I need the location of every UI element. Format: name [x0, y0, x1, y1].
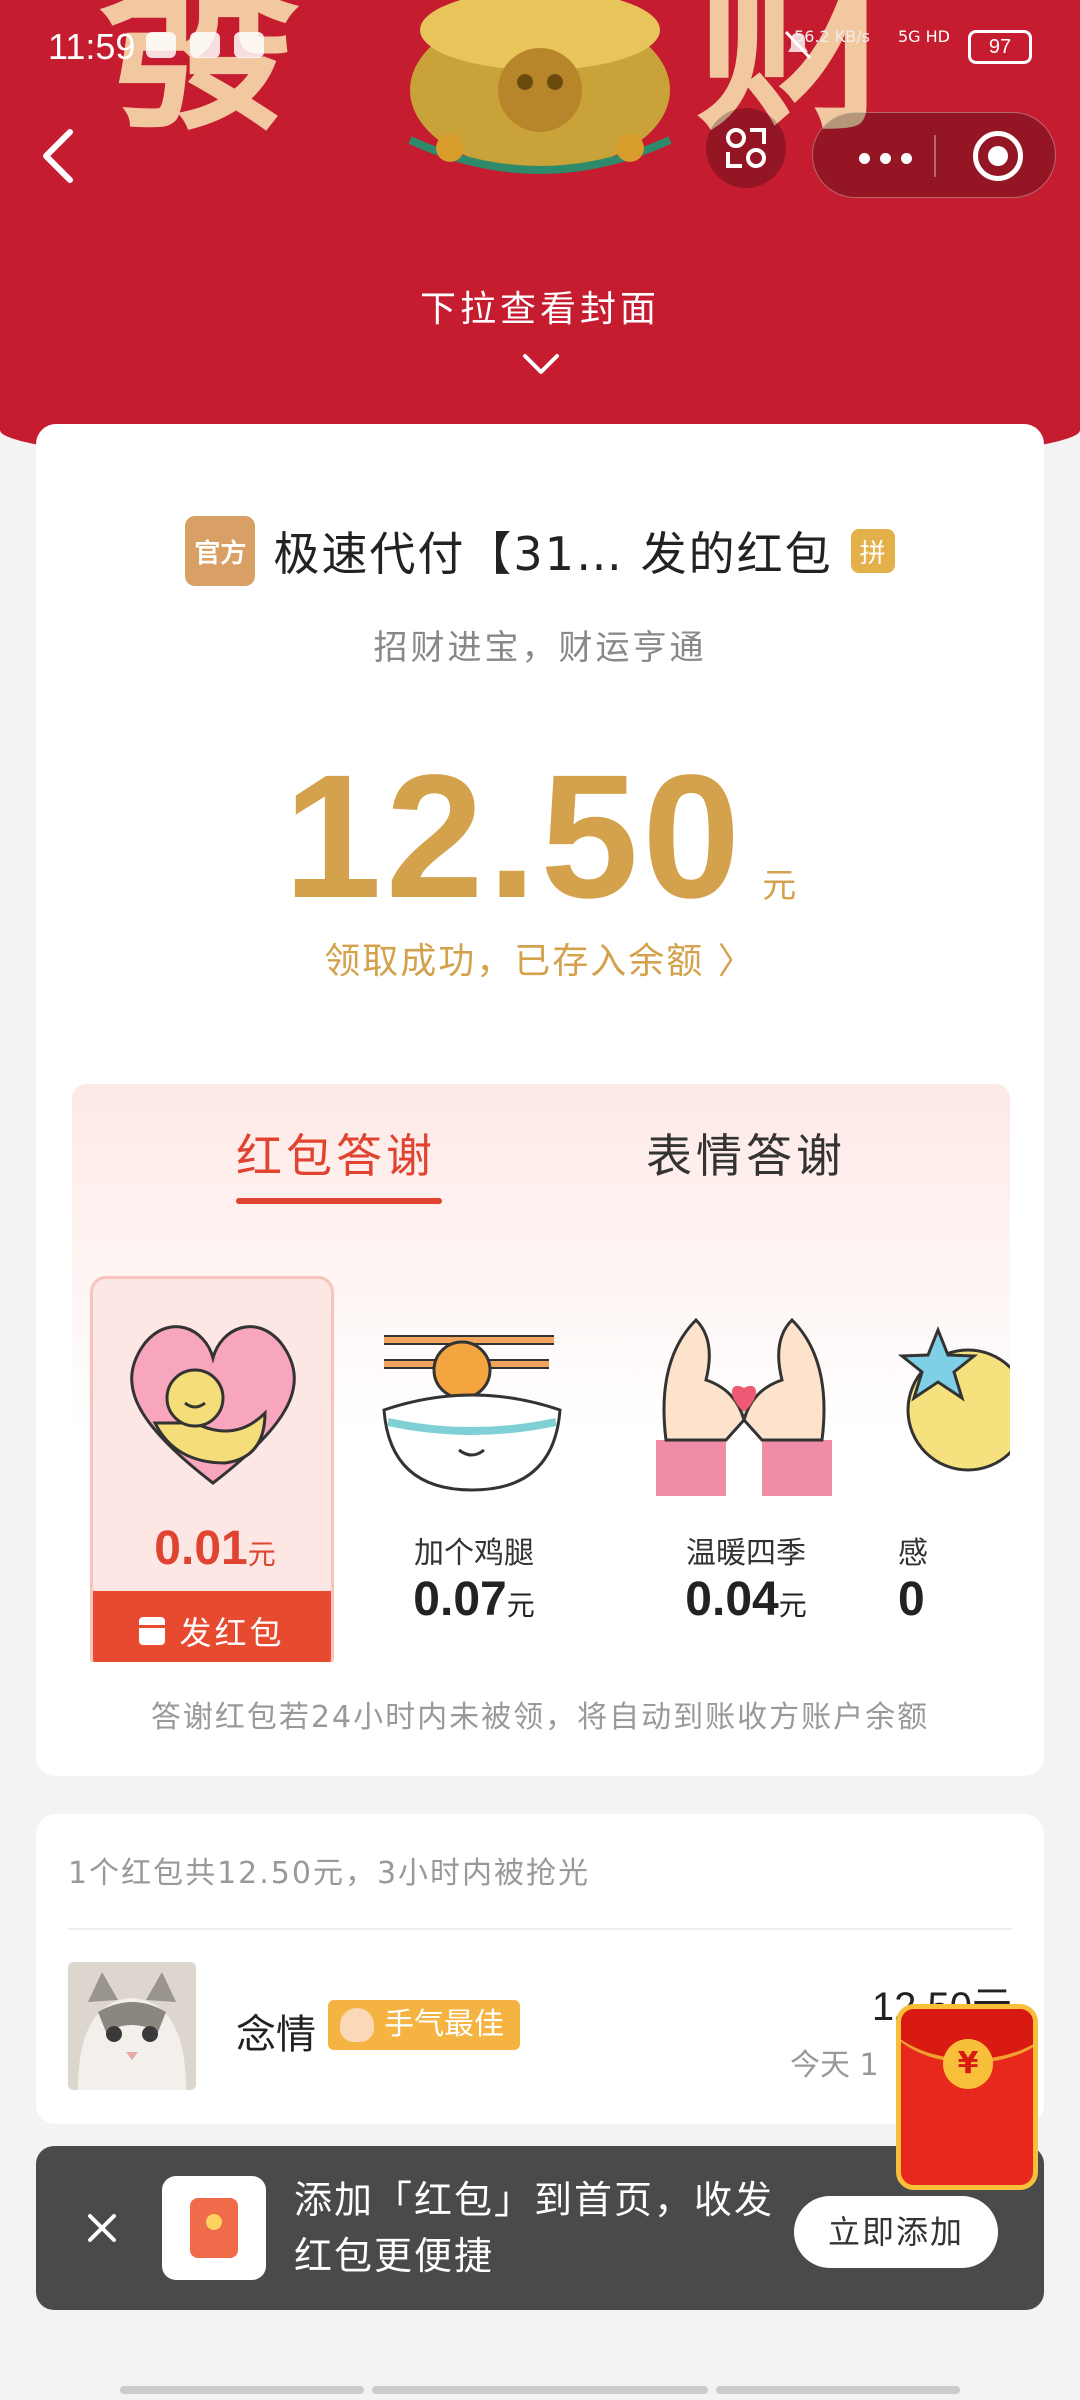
red-packet-card: 官方 极速代付【31… 发的红包 拼 招财进宝，财运亨通 12.50 元 领取成… — [36, 424, 1044, 1776]
star-icon — [898, 1325, 1010, 1472]
thanks-panel: 红包答谢 表情答谢 0.01元 发红包 加个鸡腿 0.07元 温暖四季 0.04… — [72, 1084, 1010, 1662]
gift-price: 0.01元 — [154, 1522, 276, 1575]
more-notifications-icon — [234, 32, 264, 58]
notification-icons — [146, 32, 264, 58]
add-now-button[interactable]: 立即添加 — [794, 2196, 998, 2268]
thanks-note: 答谢红包若24小时内未被领，将自动到账收方账户余额 — [150, 1700, 930, 1735]
yuan-coin-icon: ¥ — [943, 2039, 993, 2089]
more-menu-icon[interactable] — [859, 153, 912, 164]
rice-bowl-icon — [382, 1335, 562, 1492]
group-badge: 拼 — [850, 529, 895, 573]
tab-underline — [236, 1198, 442, 1204]
thanks-tabs: 红包答谢 表情答谢 — [72, 1120, 1010, 1204]
home-indicator — [372, 2386, 708, 2394]
vivo-icon — [146, 32, 176, 58]
receiver-name: 念情 — [236, 2012, 316, 2058]
scan-shape-icon — [726, 128, 766, 168]
status-time: 11:59 — [48, 26, 136, 67]
gift-option[interactable]: 温暖四季 0.04元 — [624, 1276, 868, 1662]
network-signal: 5G HD — [897, 27, 950, 46]
cat-avatar-icon — [68, 1962, 196, 2090]
home-indicator — [716, 2386, 960, 2394]
packet-summary: 1个红包共12.50元，3小时内被抢光 — [68, 1856, 591, 1891]
gift-price: 0.07元 — [413, 1573, 535, 1626]
red-packet-icon — [139, 1617, 166, 1645]
floating-red-packet[interactable]: ¥ — [896, 2004, 1038, 2190]
official-badge: 官方 — [185, 516, 256, 586]
packet-wish: 招财进宝，财运亨通 — [373, 628, 707, 668]
gift-option-selected[interactable]: 0.01元 发红包 — [90, 1276, 334, 1662]
add-to-home-banner: 添加「红包」到首页，收发红包更便捷 立即添加 — [36, 2146, 1044, 2310]
receive-time: 今天 1 — [790, 2048, 879, 2083]
sender-row: 官方 极速代付【31… 发的红包 拼 — [36, 516, 1044, 586]
gift-name: 感 — [898, 1536, 928, 1571]
gift-option[interactable]: 感 0 — [898, 1276, 1010, 1662]
battery-level: 97 — [968, 30, 1032, 64]
gift-option[interactable]: 加个鸡腿 0.07元 — [352, 1276, 596, 1662]
wechat-icon — [190, 32, 220, 58]
send-label: 发红包 — [179, 1614, 285, 1652]
mini-program-capsule — [812, 112, 1056, 198]
chevron-down-icon — [523, 354, 559, 374]
heart-hands-icon — [656, 1317, 832, 1496]
best-luck-badge: 手气最佳 — [328, 2000, 520, 2050]
banner-message: 添加「红包」到首页，收发红包更便捷 — [294, 2178, 775, 2278]
gift-name: 温暖四季 — [686, 1536, 806, 1571]
gift-price: 0 — [898, 1573, 925, 1626]
heart-hug-icon — [130, 1325, 296, 1485]
gift-name: 加个鸡腿 — [414, 1536, 534, 1571]
gift-price: 0.04元 — [685, 1573, 807, 1626]
close-mini-program-icon[interactable] — [973, 131, 1023, 181]
amount-unit: 元 — [762, 866, 797, 906]
tab-sticker-thanks[interactable]: 表情答谢 — [646, 1120, 846, 1186]
sender-name: 极速代付【31… 发的红包 — [273, 527, 833, 581]
tab-red-packet-thanks[interactable]: 红包答谢 — [236, 1120, 436, 1186]
receive-record-card: 1个红包共12.50元，3小时内被抢光 念情 手气最佳 12.50元 今天 1 — [36, 1814, 1044, 2124]
red-packet-app-icon — [162, 2176, 266, 2280]
received-amount: 12.50 — [283, 739, 745, 935]
balance-link[interactable]: 领取成功，已存入余额 〉 — [36, 932, 1044, 984]
status-bar: 11:59 56.2 KB/s 5G HD 97 — [0, 0, 1080, 100]
close-icon[interactable] — [76, 2202, 128, 2254]
home-indicator — [120, 2386, 364, 2394]
screenshot-button[interactable] — [706, 108, 786, 188]
pull-down-hint: 下拉查看封面 — [419, 289, 660, 330]
avatar[interactable] — [68, 1962, 196, 2090]
send-red-packet-button[interactable]: 发红包 — [93, 1591, 331, 1662]
net-speed: 56.2 KB/s — [794, 27, 870, 46]
amount-row: 12.50 元 — [36, 736, 1044, 938]
back-arrow-icon[interactable] — [36, 126, 80, 186]
